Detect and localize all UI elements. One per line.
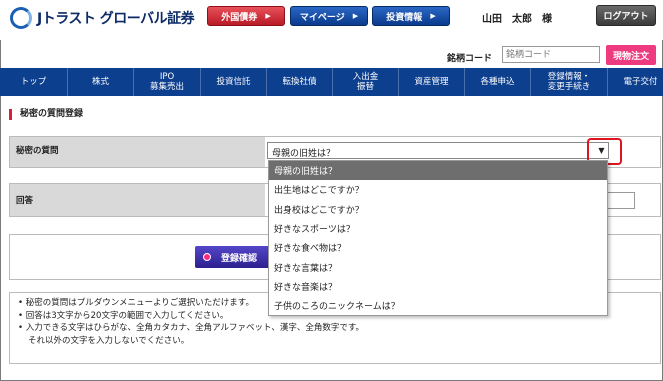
play-arrow-icon: ▶ xyxy=(352,12,359,20)
header: Jトラスト グローバル証券 外国債券 ▶ マイページ ▶ 投資情報 ▶ 山田 太… xyxy=(0,0,663,40)
question-dropdown-list: 母親の旧姓は？ 出生地はどこですか？ 出身校はどこですか？ 好きなスポーツは？ … xyxy=(268,160,608,316)
investment-info-label: 投資情報 xyxy=(386,12,423,23)
register-confirm-button[interactable]: 登録確認 xyxy=(195,246,275,268)
note-text: 入力できる文字はひらがな、全角カタカナ、全角アルファベット、漢字、全角数字です。 xyxy=(25,323,365,333)
nav-top[interactable]: トップ xyxy=(0,68,68,96)
dropdown-option[interactable]: 好きなスポーツは？ xyxy=(269,219,607,238)
mypage-button[interactable]: マイページ ▶ xyxy=(290,6,368,26)
spot-order-button[interactable]: 現物注文 xyxy=(606,45,656,65)
register-confirm-label: 登録確認 xyxy=(221,253,258,264)
mypage-label: マイページ xyxy=(299,12,345,23)
question-label: 秘密の質問 xyxy=(10,137,265,167)
bullet-dot-icon xyxy=(203,253,211,261)
dropdown-option[interactable]: 好きな音楽は？ xyxy=(269,277,607,296)
logo-mark-icon xyxy=(10,7,32,29)
dropdown-option[interactable]: 子供のころのニックネームは？ xyxy=(269,296,607,315)
answer-field[interactable] xyxy=(605,192,635,209)
main-nav: トップ 株式 IPO 募集売出 投資信託 転換社債 入出金 振替 資産管理 各種… xyxy=(0,68,663,96)
nav-applications[interactable]: 各種申込 xyxy=(465,68,531,96)
logo-text: Jトラスト グローバル証券 xyxy=(37,11,195,27)
dropdown-option[interactable]: 好きな言葉は？ xyxy=(269,257,607,276)
page-title: 秘密の質問登録 xyxy=(9,109,83,120)
answer-label: 回答 xyxy=(10,184,265,216)
investment-info-button[interactable]: 投資情報 ▶ xyxy=(372,6,450,26)
note-text: 秘密の質問はプルダウンメニューよりご選択いただけます。 xyxy=(25,298,254,308)
logout-button[interactable]: ログアウト xyxy=(596,5,656,26)
search-row: 銘柄コード 現物注文 xyxy=(0,44,663,66)
note-text-continued: それ以外の文字を入力しないでください。 xyxy=(28,335,190,346)
dropdown-option[interactable]: 出身校はどこですか？ xyxy=(269,200,607,219)
foreign-bonds-label: 外国債券 xyxy=(221,12,258,23)
secret-question-select[interactable]: 母親の旧姓は？ xyxy=(267,142,609,159)
nav-registration-info[interactable]: 登録情報・ 変更手続き xyxy=(531,68,608,96)
foreign-bonds-button[interactable]: 外国債券 ▶ xyxy=(207,6,285,26)
play-arrow-icon: ▶ xyxy=(265,12,271,20)
search-label: 銘柄コード xyxy=(447,54,493,64)
nav-asset-management[interactable]: 資産管理 xyxy=(399,68,465,96)
nav-electronic-delivery[interactable]: 電子交付 xyxy=(608,68,663,96)
nav-deposit-withdrawal[interactable]: 入出金 振替 xyxy=(333,68,399,96)
nav-convertible-bonds[interactable]: 転換社債 xyxy=(267,68,333,96)
dropdown-option[interactable]: 母親の旧姓は？ xyxy=(269,161,607,181)
dropdown-option[interactable]: 出生地はどこですか？ xyxy=(269,180,607,199)
stock-code-input[interactable] xyxy=(502,46,600,63)
note-item: • 入力できる文字はひらがな、全角カタカナ、全角アルファベット、漢字、全角数字で… xyxy=(18,323,365,333)
nav-stocks[interactable]: 株式 xyxy=(68,68,134,96)
play-arrow-icon: ▶ xyxy=(430,12,436,20)
logo[interactable]: Jトラスト グローバル証券 xyxy=(10,7,195,29)
note-text: 回答は3文字から20文字の範囲で入力してください。 xyxy=(25,310,229,321)
nav-investment-trust[interactable]: 投資信託 xyxy=(201,68,267,96)
user-name: 山田 太郎 様 xyxy=(482,14,552,25)
dropdown-option[interactable]: 好きな食べ物は？ xyxy=(269,238,607,257)
nav-ipo[interactable]: IPO 募集売出 xyxy=(134,68,201,96)
